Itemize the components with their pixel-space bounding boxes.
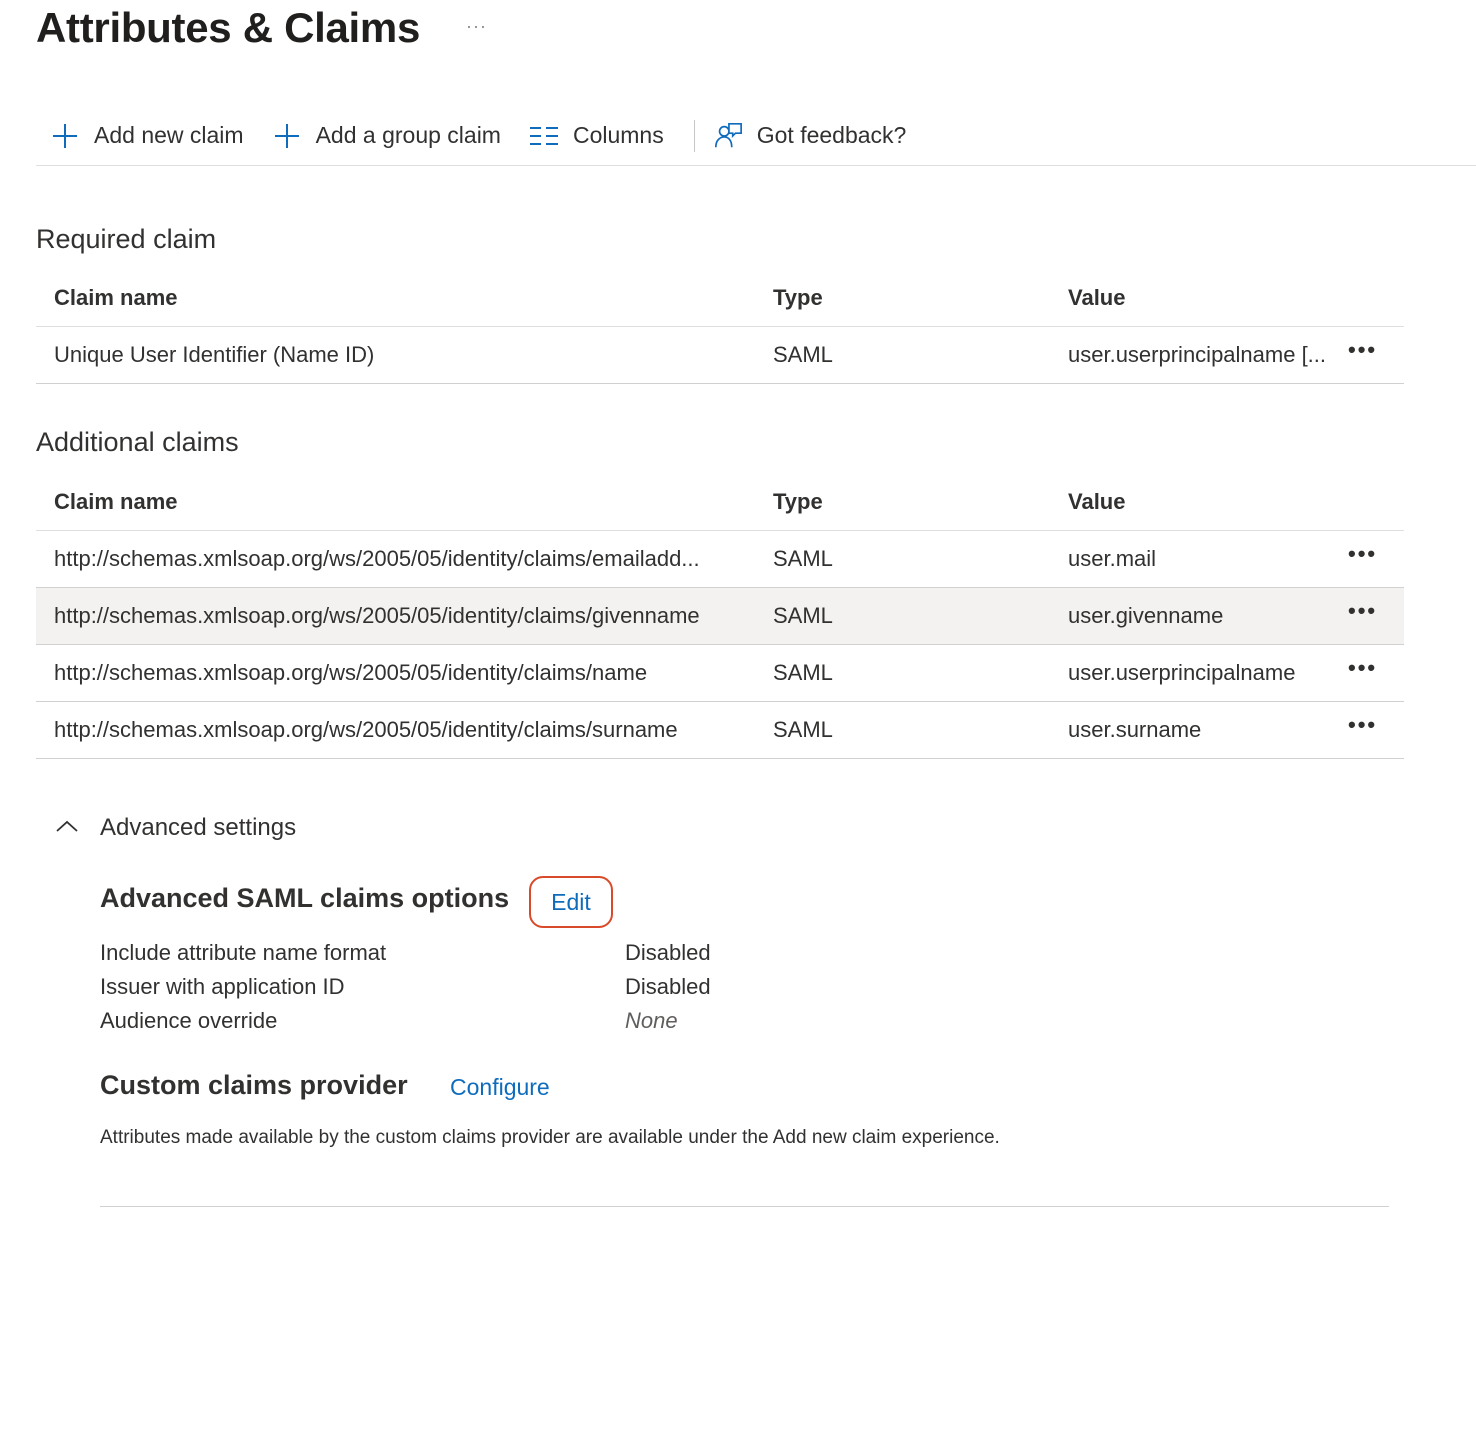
more-icon: ••• [1348,655,1378,680]
required-claim-table: Claim name Type Value Unique User Identi… [36,270,1404,384]
claim-value-cell: user.userprincipalname [1068,660,1296,685]
claim-name-cell: http://schemas.xmlsoap.org/ws/2005/05/id… [54,603,700,628]
custom-claims-provider-note: Attributes made available by the custom … [100,1127,1000,1148]
table-row[interactable]: http://schemas.xmlsoap.org/ws/2005/05/id… [36,645,1404,702]
column-header-type[interactable]: Type [773,285,1068,311]
configure-link[interactable]: Configure [450,1074,550,1101]
row-more-button[interactable]: ••• [1348,543,1404,570]
column-header-type[interactable]: Type [773,489,1068,515]
claim-type-cell: SAML [773,717,833,742]
plus-icon [272,121,302,151]
row-more-button[interactable]: ••• [1348,657,1404,684]
claim-name-cell: http://schemas.xmlsoap.org/ws/2005/05/id… [54,546,700,571]
custom-claims-provider-title: Custom claims provider [100,1070,408,1100]
claim-name-cell: http://schemas.xmlsoap.org/ws/2005/05/id… [54,660,648,685]
add-group-claim-label: Add a group claim [315,122,501,148]
claim-name-cell: http://schemas.xmlsoap.org/ws/2005/05/id… [54,717,678,742]
claim-name-cell: Unique User Identifier (Name ID) [54,342,375,367]
title-more-button[interactable]: ··· [466,16,487,37]
more-icon: ••• [1348,598,1378,623]
plus-icon [50,121,80,151]
add-new-claim-button[interactable]: Add new claim [50,108,244,164]
column-header-value[interactable]: Value [1068,285,1348,311]
command-bar: Add new claim Add a group claim Columns … [36,106,1476,166]
row-more-button[interactable]: ••• [1348,339,1404,366]
table-row[interactable]: http://schemas.xmlsoap.org/ws/2005/05/id… [36,702,1404,759]
claim-value-cell: user.mail [1068,546,1157,571]
additional-claims-title: Additional claims [36,427,239,457]
option-label: Include attribute name format [100,940,387,965]
required-claim-title: Required claim [36,224,217,254]
option-value: Disabled [625,940,711,965]
column-header-value[interactable]: Value [1068,489,1348,515]
chevron-up-icon [54,818,80,839]
edit-highlight: Edit [529,876,613,928]
section-divider [100,1206,1389,1207]
advanced-settings-toggle[interactable]: Advanced settings [54,814,296,842]
advanced-saml-options-title: Advanced SAML claims options [100,883,510,913]
table-row[interactable]: http://schemas.xmlsoap.org/ws/2005/05/id… [36,531,1404,588]
claim-value-cell: user.givenname [1068,603,1224,628]
add-group-claim-button[interactable]: Add a group claim [272,108,501,164]
add-new-claim-label: Add new claim [94,122,244,148]
row-more-button[interactable]: ••• [1348,600,1404,627]
claim-type-cell: SAML [773,660,833,685]
claim-value-cell: user.surname [1068,717,1202,742]
more-icon: ••• [1348,712,1378,737]
edit-link[interactable]: Edit [551,889,591,916]
claim-type-cell: SAML [773,342,833,367]
got-feedback-label: Got feedback? [756,122,907,148]
advanced-settings-label: Advanced settings [100,814,297,841]
row-more-button[interactable]: ••• [1348,714,1404,741]
option-value: None [625,1008,678,1033]
more-icon: ••• [1348,337,1378,362]
columns-button[interactable]: Columns [529,108,664,164]
column-header-claim-name[interactable]: Claim name [36,285,773,311]
option-value: Disabled [625,974,711,999]
table-header: Claim name Type Value [36,474,1404,531]
claim-value-cell: user.userprincipalname [... [1068,342,1327,367]
option-label: Issuer with application ID [100,974,345,999]
columns-icon [529,121,559,151]
feedback-icon [713,121,743,151]
more-icon: ••• [1348,541,1378,566]
additional-claims-table: Claim name Type Value http://schemas.xml… [36,474,1404,759]
option-label: Audience override [100,1008,278,1033]
claim-type-cell: SAML [773,603,833,628]
column-header-claim-name[interactable]: Claim name [36,489,773,515]
columns-label: Columns [572,122,664,148]
page-title: Attributes & Claims [36,4,421,51]
toolbar-divider [693,119,695,152]
table-header: Claim name Type Value [36,270,1404,327]
table-row[interactable]: http://schemas.xmlsoap.org/ws/2005/05/id… [36,588,1404,645]
got-feedback-button[interactable]: Got feedback? [713,108,907,164]
table-row[interactable]: Unique User Identifier (Name ID) SAML us… [36,327,1404,384]
claim-type-cell: SAML [773,546,833,571]
title-row: Attributes & Claims ··· [36,4,487,52]
